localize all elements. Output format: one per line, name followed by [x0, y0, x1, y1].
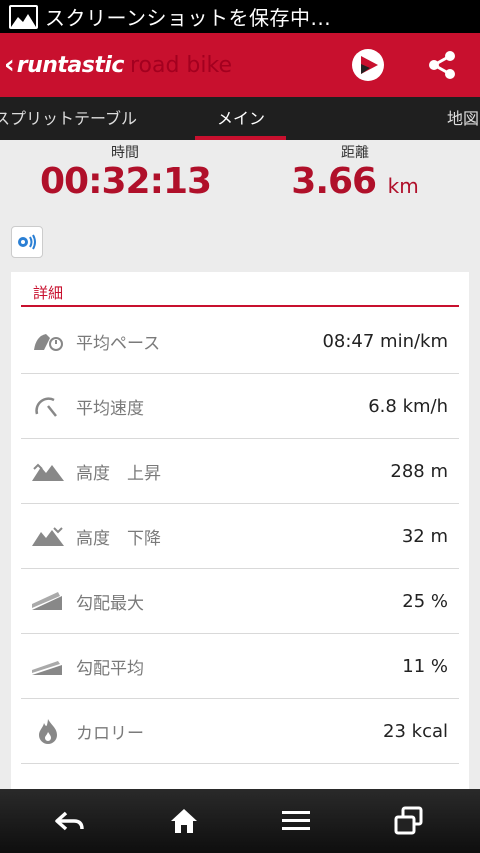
max-gradient-icon [31, 586, 65, 616]
status-text: スクリーンショットを保存中... [45, 6, 332, 30]
time-value: 00:32:13 [40, 161, 212, 202]
detail-label: 高度 上昇 [76, 463, 161, 484]
recent-apps-icon [394, 806, 423, 835]
detail-label: 勾配平均 [76, 658, 144, 679]
flame-icon [31, 716, 65, 746]
tab-split-table[interactable]: スプリットテーブル [0, 97, 137, 140]
avg-gradient-icon [31, 651, 65, 681]
detail-label: 平均速度 [76, 398, 144, 419]
brand-logo: runtastic [16, 52, 125, 78]
elevation-gain-icon [31, 456, 65, 486]
details-header: 詳細 [33, 284, 64, 302]
menu-icon [282, 811, 310, 830]
tab-strip: スプリットテーブル メイン 地図 [0, 97, 480, 140]
pace-icon [31, 326, 65, 356]
status-bar: スクリーンショットを保存中... [0, 0, 480, 33]
system-nav-bar [0, 789, 480, 853]
voice-feedback-button[interactable] [11, 226, 43, 258]
partial-row-icon [31, 782, 65, 790]
elevation-loss-icon [31, 521, 65, 551]
distance-value-line: 3.66 km [270, 162, 440, 206]
detail-row-avg-gradient: 勾配平均 11 % [21, 634, 459, 699]
up-navigation-icon[interactable]: ‹ [4, 50, 15, 80]
detail-label: 平均ペース [76, 333, 161, 354]
play-button[interactable] [348, 45, 388, 85]
details-card: 詳細 平均ペース 08:47 min/km 平均速度 6.8 km/h 高度 上… [11, 272, 469, 789]
time-stat: 時間 00:32:13 [40, 142, 212, 202]
tab-main[interactable]: メイン [196, 97, 286, 140]
distance-label: 距離 [341, 145, 369, 161]
time-label: 時間 [111, 145, 139, 161]
detail-value: 11 % [402, 655, 448, 677]
tab-map[interactable]: 地図 [447, 97, 479, 140]
share-button[interactable] [422, 45, 462, 85]
speedometer-icon [31, 391, 65, 421]
nav-back-button[interactable] [52, 805, 88, 837]
detail-value: 08:47 min/km [322, 330, 448, 352]
main-content: 時間 00:32:13 距離 3.66 km 詳細 平均ペース 08:47 mi… [0, 140, 480, 789]
home-icon [171, 809, 197, 833]
detail-row-avg-speed: 平均速度 6.8 km/h [21, 374, 459, 439]
detail-label: カロリー [76, 723, 144, 744]
detail-value: 25 % [402, 590, 448, 612]
distance-value: 3.66 [291, 161, 377, 202]
detail-value: 32 m [401, 525, 448, 547]
distance-unit: km [387, 174, 419, 198]
detail-row-max-gradient: 勾配最大 25 % [21, 569, 459, 634]
nav-recent-apps-button[interactable] [391, 805, 427, 837]
detail-row-elevation-gain: 高度 上昇 288 m [21, 439, 459, 504]
detail-row-elevation-loss: 高度 下降 32 m [21, 504, 459, 569]
screenshot-icon [9, 4, 38, 29]
app-bar: ‹ runtastic road bike [0, 33, 480, 97]
share-icon [429, 51, 455, 79]
detail-value: 23 kcal [383, 720, 448, 742]
distance-stat: 距離 3.66 km [270, 142, 440, 206]
play-icon [352, 49, 384, 81]
detail-label: 勾配最大 [76, 593, 144, 614]
detail-value: 288 m [390, 460, 448, 482]
nav-home-button[interactable] [166, 805, 202, 837]
detail-row-partial [21, 764, 459, 789]
detail-value: 6.8 km/h [368, 395, 448, 417]
voice-feedback-icon [18, 234, 36, 250]
detail-label: 高度 下降 [76, 528, 161, 549]
back-icon [55, 811, 84, 831]
detail-row-avg-pace: 平均ペース 08:47 min/km [21, 309, 459, 374]
nav-menu-button[interactable] [278, 805, 314, 837]
detail-row-calories: カロリー 23 kcal [21, 699, 459, 764]
details-divider [21, 305, 459, 307]
product-name: road bike [129, 52, 232, 78]
